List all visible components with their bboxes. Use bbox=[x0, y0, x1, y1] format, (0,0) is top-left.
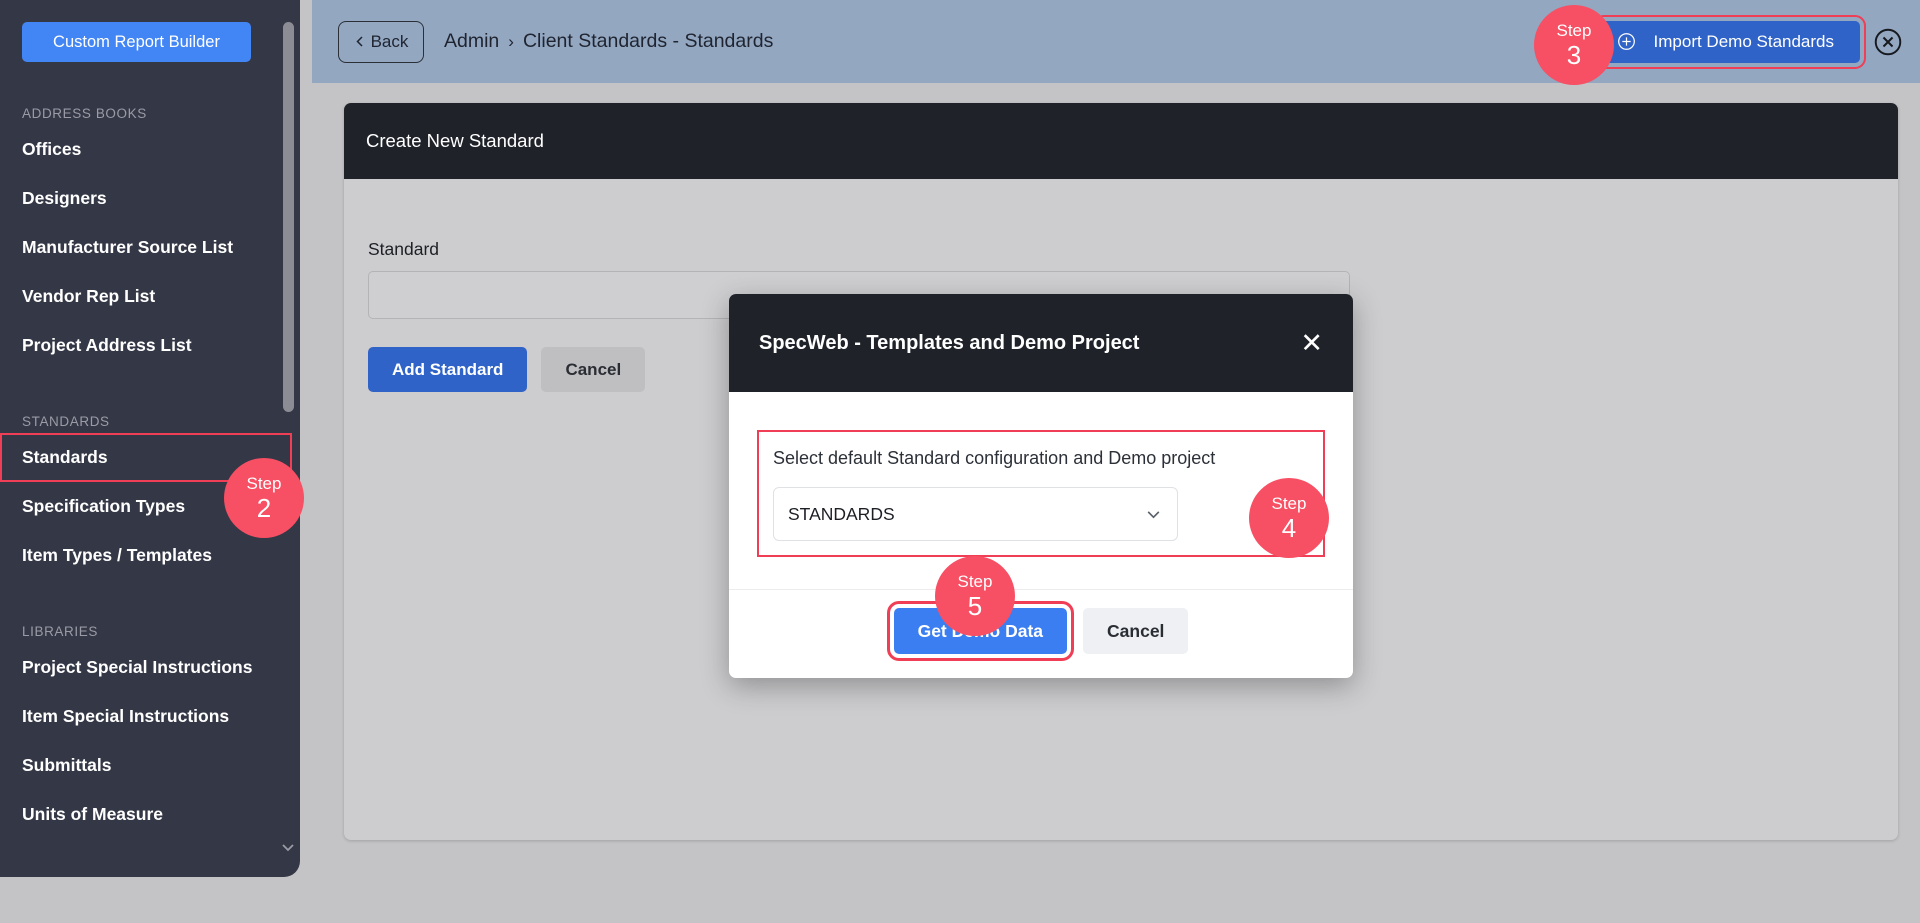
add-standard-button[interactable]: Add Standard bbox=[368, 347, 528, 392]
sidebar-section-standards-title: STANDARDS bbox=[22, 414, 110, 429]
sidebar-scroll-area: Custom Report Builder ADDRESS BOOKS Offi… bbox=[0, 0, 300, 839]
import-demo-standards-label: Import Demo Standards bbox=[1653, 31, 1834, 51]
back-button-label: Back bbox=[370, 31, 409, 51]
app-root: Custom Report Builder ADDRESS BOOKS Offi… bbox=[0, 0, 1920, 923]
step-badge-number: 3 bbox=[1566, 40, 1582, 70]
standard-configuration-label: Select default Standard configuration an… bbox=[773, 448, 1216, 468]
sidebar-item-vendor-rep-list[interactable]: Vendor Rep List bbox=[0, 272, 300, 321]
step-badge-4: Step 4 bbox=[1249, 478, 1329, 558]
standard-field-label: Standard bbox=[368, 239, 440, 259]
create-new-standard-card-header: Create New Standard bbox=[344, 103, 1898, 179]
breadcrumb: Admin › Client Standards - Standards bbox=[444, 30, 773, 53]
top-header-bar: Back Admin › Client Standards - Standard… bbox=[312, 0, 1920, 83]
sidebar-item-designers[interactable]: Designers bbox=[0, 174, 300, 223]
sidebar-section-libraries-title: LIBRARIES bbox=[22, 624, 98, 639]
sidebar-section-address-books-title: ADDRESS BOOKS bbox=[22, 106, 147, 121]
dialog-header: SpecWeb - Templates and Demo Project ✕ bbox=[729, 294, 1353, 392]
step-badge-word: Step bbox=[957, 572, 993, 591]
step-badge-2: Step 2 bbox=[224, 458, 304, 538]
step-badge-word: Step bbox=[1556, 21, 1592, 40]
standard-configuration-select[interactable]: STANDARDS bbox=[773, 487, 1178, 541]
page-title: Create New Standard bbox=[366, 130, 544, 151]
sidebar-item-offices[interactable]: Offices bbox=[0, 125, 300, 174]
import-demo-standards-button[interactable]: Import Demo Standards bbox=[1592, 14, 1867, 69]
step-badge-word: Step bbox=[1271, 494, 1307, 513]
chevron-left-icon bbox=[356, 36, 363, 47]
chevron-down-icon bbox=[282, 844, 294, 852]
sidebar: Custom Report Builder ADDRESS BOOKS Offi… bbox=[0, 0, 300, 877]
cancel-button[interactable]: Cancel bbox=[541, 347, 646, 392]
custom-report-builder-button[interactable]: Custom Report Builder bbox=[22, 22, 251, 62]
close-icon[interactable]: ✕ bbox=[1300, 329, 1323, 357]
plus-circle-icon bbox=[1617, 33, 1635, 50]
breadcrumb-current: Client Standards - Standards bbox=[522, 30, 774, 52]
sidebar-item-item-special-instructions[interactable]: Item Special Instructions bbox=[0, 692, 300, 741]
step-badge-5: Step 5 bbox=[935, 556, 1015, 636]
sidebar-item-project-special-instructions[interactable]: Project Special Instructions bbox=[0, 643, 300, 692]
custom-report-builder-wrap: Custom Report Builder bbox=[0, 22, 300, 62]
step-badge-number: 2 bbox=[256, 493, 272, 523]
sidebar-item-item-types-templates[interactable]: Item Types / Templates bbox=[0, 531, 300, 580]
back-button[interactable]: Back bbox=[338, 20, 424, 63]
dialog-title: SpecWeb - Templates and Demo Project bbox=[759, 331, 1140, 354]
breadcrumb-separator: › bbox=[508, 31, 514, 51]
sidebar-item-project-address-list[interactable]: Project Address List bbox=[0, 321, 300, 370]
sidebar-item-units-of-measure[interactable]: Units of Measure bbox=[0, 790, 300, 839]
standard-configuration-select-wrap: STANDARDS bbox=[773, 487, 1178, 541]
topbar-actions: Import Demo Standards bbox=[1592, 14, 1902, 69]
sidebar-item-manufacturer-source-list[interactable]: Manufacturer Source List bbox=[0, 223, 300, 272]
dialog-cancel-button[interactable]: Cancel bbox=[1083, 608, 1189, 654]
templates-demo-project-dialog: SpecWeb - Templates and Demo Project ✕ S… bbox=[729, 294, 1353, 678]
step-badge-3: Step 3 bbox=[1534, 5, 1614, 85]
step-badge-number: 5 bbox=[967, 591, 983, 621]
step-badge-number: 4 bbox=[1281, 513, 1297, 543]
close-circle-icon[interactable] bbox=[1874, 28, 1902, 56]
dialog-footer: Get Demo Data Cancel bbox=[729, 589, 1353, 678]
breadcrumb-root[interactable]: Admin bbox=[444, 30, 499, 53]
sidebar-item-submittals[interactable]: Submittals bbox=[0, 741, 300, 790]
step-badge-word: Step bbox=[246, 474, 282, 493]
standard-configuration-field-group: Select default Standard configuration an… bbox=[757, 430, 1325, 557]
sidebar-scrollbar[interactable] bbox=[283, 22, 294, 412]
